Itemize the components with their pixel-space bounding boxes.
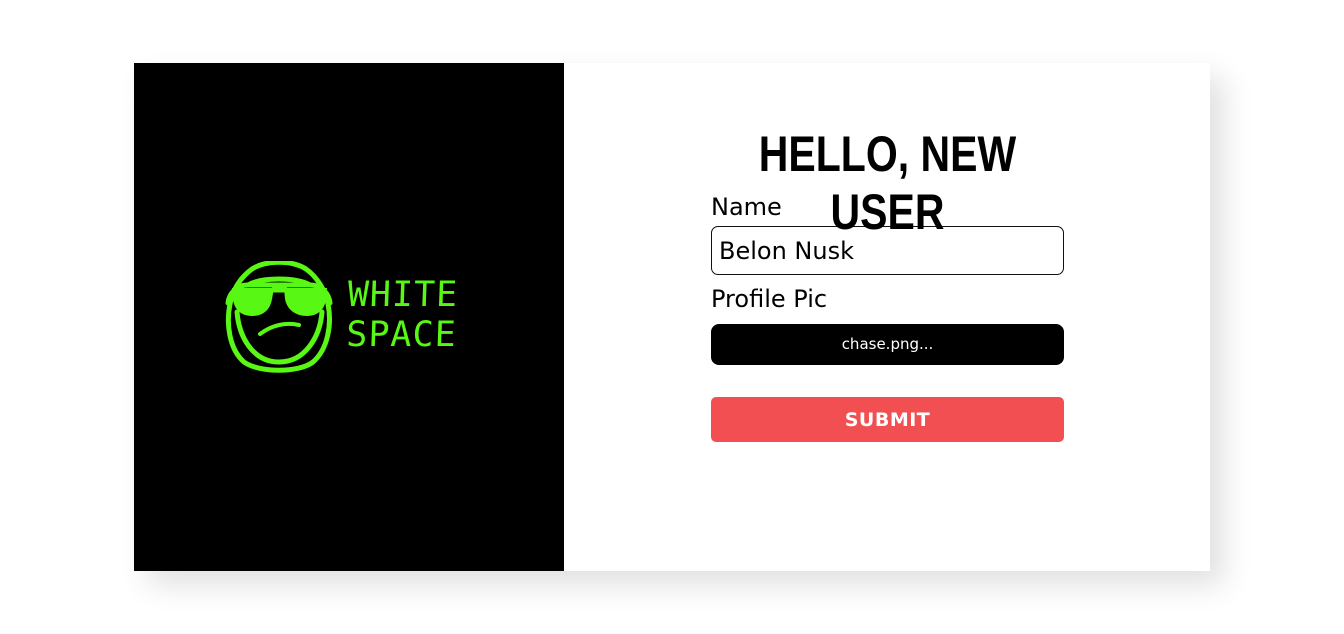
profile-pic-file-picker[interactable]: chase.png... (711, 324, 1064, 365)
brand-wordmark: WHITE SPACE (346, 275, 459, 355)
submit-button[interactable]: SUBMIT (711, 397, 1064, 442)
sunglasses-mascot-icon (225, 261, 333, 373)
profile-pic-label: Profile Pic (711, 285, 828, 313)
new-user-form: HELLO, NEW USER Name Profile Pic chase.p… (711, 125, 1064, 442)
signup-card: WHITE SPACE HELLO, NEW USER Name Profile… (134, 63, 1210, 571)
brand-name-line-2: SPACE (345, 315, 458, 355)
page-title: HELLO, NEW USER (758, 126, 1017, 240)
brand-name-line-1: WHITE (347, 275, 459, 315)
brand-panel: WHITE SPACE (134, 63, 564, 571)
white-space-logo: WHITE SPACE (224, 261, 474, 373)
